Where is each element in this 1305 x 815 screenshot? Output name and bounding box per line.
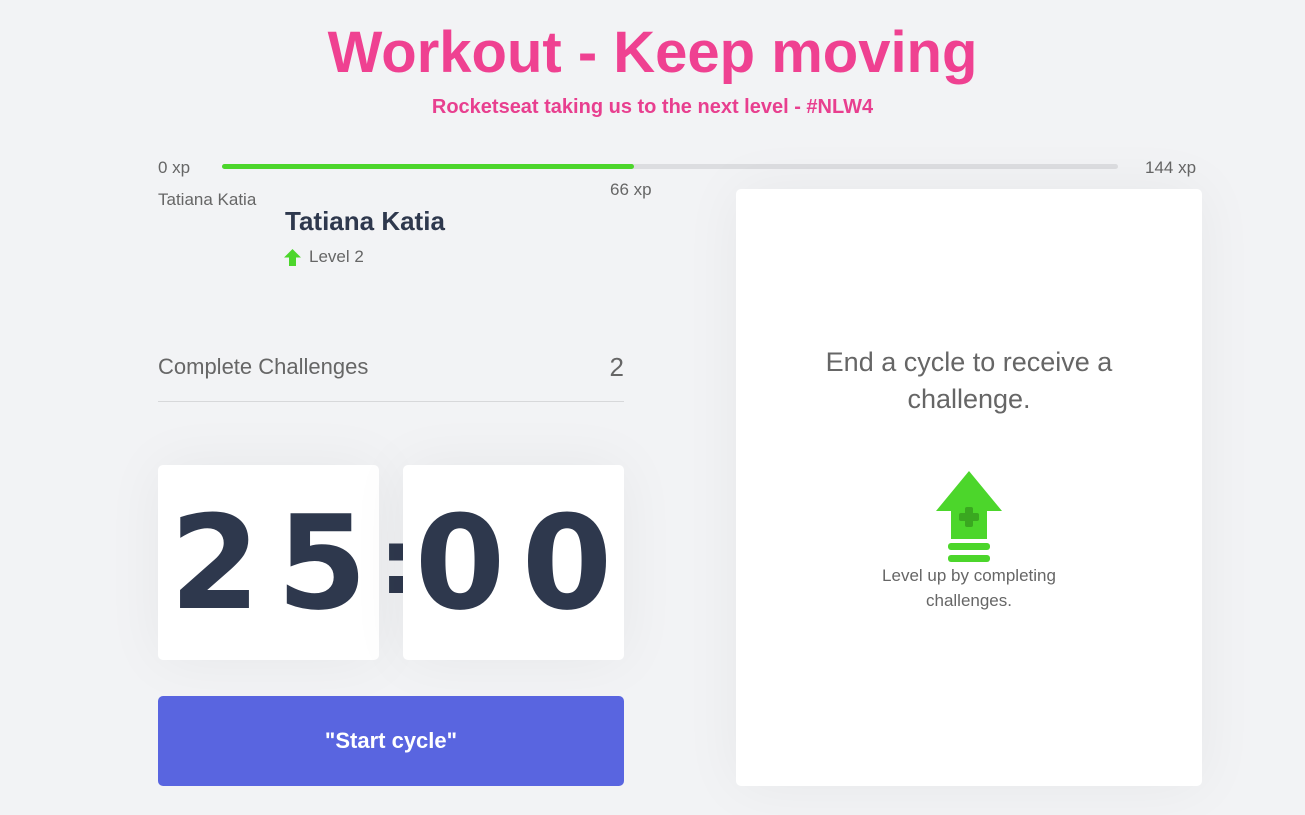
challenge-box-heading: End a cycle to receive a challenge. — [825, 347, 1113, 414]
completed-challenges-count: 2 — [609, 352, 624, 382]
xp-end-label: 144 xp — [1145, 158, 1197, 177]
page-title: Workout - Keep moving — [327, 20, 978, 85]
completed-challenges: Complete Challenges 2 — [158, 350, 624, 402]
experience-bar-fill — [222, 164, 635, 169]
page-subtitle: Rocketseat taking us to the next level -… — [431, 96, 874, 118]
second-digit-right: 0 — [521, 486, 613, 639]
xp-start-label: 0 xp — [158, 158, 191, 177]
countdown-minutes: 2 5 — [158, 465, 379, 660]
completed-challenges-label: Complete Challenges — [158, 354, 369, 379]
start-cycle-button[interactable]: "Start cycle" — [158, 696, 624, 786]
user-name: Tatiana Katia — [285, 206, 445, 236]
level-up-icon — [936, 471, 1002, 562]
challenge-box-hint: Level up by completing challenges. — [882, 566, 1056, 610]
level-up-arrow-icon — [284, 248, 301, 266]
user-level-label: Level 2 — [309, 247, 364, 266]
countdown-timer: 2 5 : 0 0 — [158, 465, 624, 660]
challenge-box: End a cycle to receive a challenge. Leve… — [736, 189, 1202, 786]
xp-current-label: 66 xp — [610, 180, 652, 199]
countdown-separator: : — [379, 510, 415, 615]
experience-bar — [222, 164, 1118, 169]
user-level: Level 2 — [284, 247, 364, 267]
second-digit-left: 0 — [414, 486, 506, 639]
minute-digit-right: 5 — [276, 486, 368, 639]
avatar: Tatiana Katia — [158, 190, 257, 209]
countdown-seconds: 0 0 — [403, 465, 624, 660]
minute-digit-left: 2 — [169, 486, 261, 639]
